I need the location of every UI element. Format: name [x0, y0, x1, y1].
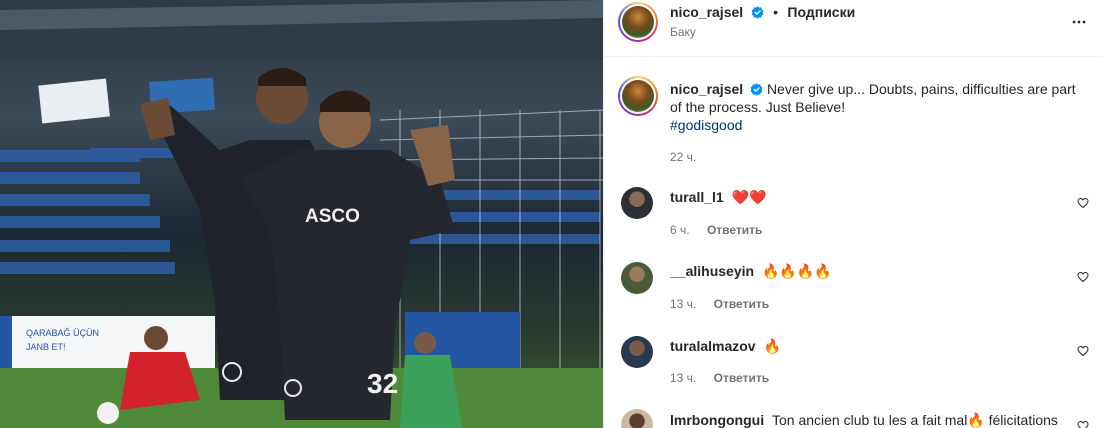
- comment-username[interactable]: turalalmazov: [670, 338, 756, 354]
- reply-button[interactable]: Ответить: [707, 223, 762, 237]
- post-header: nico_rajsel • Подписки Баку: [604, 0, 1102, 57]
- commenter-avatar[interactable]: [621, 187, 653, 219]
- commenter-avatar[interactable]: [621, 262, 653, 294]
- comment-2-meta: 13 ч. Ответить: [670, 297, 769, 311]
- post-details-panel: nico_rajsel • Подписки Баку nico_rajsel …: [603, 0, 1102, 428]
- heart-outline-icon[interactable]: [1077, 345, 1089, 357]
- jersey-number: 32: [367, 368, 398, 399]
- comment-body: Ton ancien club tu les a fait mal🔥 félic…: [771, 412, 1058, 428]
- comment-username[interactable]: turall_l1: [670, 189, 724, 205]
- comment-2: __alihuseyin 🔥🔥🔥🔥: [670, 262, 832, 280]
- post-photo[interactable]: QARABAĞ ÜÇÜN JANB ET! ASCO 32: [0, 0, 603, 428]
- following-button[interactable]: Подписки: [787, 4, 855, 20]
- author-avatar[interactable]: [618, 2, 658, 42]
- post-location[interactable]: Баку: [670, 25, 696, 39]
- comment-body: 🔥: [763, 338, 781, 354]
- caption-time[interactable]: 22 ч.: [670, 150, 696, 164]
- comment-time[interactable]: 6 ч.: [670, 223, 690, 237]
- verified-badge-icon: [751, 6, 763, 19]
- banner-text: QARABAĞ ÜÇÜN: [26, 328, 99, 338]
- caption-username[interactable]: nico_rajsel: [670, 81, 743, 97]
- header-user-line: nico_rajsel • Подписки: [670, 4, 855, 22]
- post-caption: nico_rajsel Never give up... Doubts, pai…: [670, 80, 1090, 134]
- verified-badge-icon: [750, 83, 763, 96]
- comment-username[interactable]: __alihuseyin: [670, 263, 754, 279]
- reply-button[interactable]: Ответить: [714, 371, 769, 385]
- comment-body: ❤️❤️: [731, 189, 767, 205]
- comment-time[interactable]: 13 ч.: [670, 371, 696, 385]
- sponsor-logo-text: ASCO: [305, 206, 360, 227]
- commenter-avatar[interactable]: [621, 336, 653, 368]
- reply-button[interactable]: Ответить: [714, 297, 769, 311]
- comment-time[interactable]: 13 ч.: [670, 297, 696, 311]
- author-username[interactable]: nico_rajsel: [670, 4, 743, 20]
- commenter-avatar[interactable]: [621, 409, 653, 428]
- heart-outline-icon[interactable]: [1077, 197, 1089, 209]
- svg-text:JANB ET!: JANB ET!: [26, 342, 66, 352]
- comment-1: turall_l1 ❤️❤️: [670, 188, 766, 206]
- heart-outline-icon[interactable]: [1077, 420, 1089, 428]
- caption-author-avatar[interactable]: [618, 76, 658, 116]
- caption-hashtag-link[interactable]: #godisgood: [670, 117, 742, 133]
- comment-4: lmrbongongui Ton ancien club tu les a fa…: [670, 411, 1058, 428]
- post-photo-illustration: QARABAĞ ÜÇÜN JANB ET! ASCO 32: [0, 0, 603, 428]
- comment-3-meta: 13 ч. Ответить: [670, 371, 769, 385]
- follow-separator: •: [773, 4, 778, 20]
- comment-body: 🔥🔥🔥🔥: [761, 263, 832, 279]
- comment-3: turalalmazov 🔥: [670, 337, 781, 355]
- heart-outline-icon[interactable]: [1077, 271, 1089, 283]
- more-options-icon[interactable]: [1069, 12, 1089, 32]
- comment-username[interactable]: lmrbongongui: [670, 412, 764, 428]
- comment-1-meta: 6 ч. Ответить: [670, 223, 762, 237]
